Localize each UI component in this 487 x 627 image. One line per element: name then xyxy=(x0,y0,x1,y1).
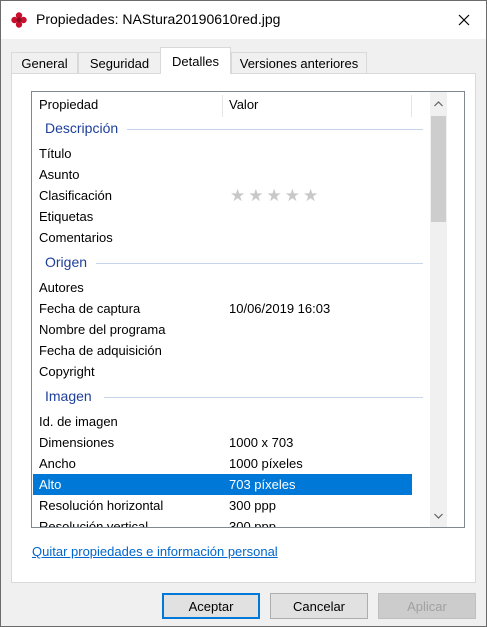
chevron-up-icon xyxy=(434,100,443,106)
properties-window: Propiedades: NAStura20190610red.jpg Gene… xyxy=(0,0,487,627)
accept-button[interactable]: Aceptar xyxy=(162,593,260,619)
list-header: Propiedad Valor xyxy=(32,92,446,117)
group-header-descripcion: Descripción xyxy=(45,120,119,136)
window-title: Propiedades: NAStura20190610red.jpg xyxy=(36,11,281,27)
row-label-alto[interactable]: Alto xyxy=(39,477,61,492)
properties-list[interactable]: Propiedad Valor Descripción Título Asunt… xyxy=(31,91,465,528)
remove-properties-link[interactable]: Quitar propiedades e información persona… xyxy=(32,544,278,559)
row-label-etiquetas[interactable]: Etiquetas xyxy=(39,209,93,224)
scrollbar-thumb[interactable] xyxy=(431,116,446,222)
row-label-dimensiones[interactable]: Dimensiones xyxy=(39,435,114,450)
row-value-alto[interactable]: 703 píxeles xyxy=(229,477,296,492)
star-icon[interactable]: ★ xyxy=(267,187,282,204)
row-value-res-horizontal[interactable]: 300 ppp xyxy=(229,498,276,513)
tab-detalles[interactable]: Detalles xyxy=(160,47,231,74)
tab-strip: General Seguridad Detalles Versiones ant… xyxy=(1,39,486,74)
row-label-clasificacion[interactable]: Clasificación xyxy=(39,188,112,203)
row-value-ancho[interactable]: 1000 píxeles xyxy=(229,456,303,471)
selected-row[interactable] xyxy=(33,474,412,495)
row-value-fecha-captura[interactable]: 10/06/2019 16:03 xyxy=(229,301,330,316)
star-icon[interactable]: ★ xyxy=(230,187,245,204)
close-button[interactable] xyxy=(442,1,486,39)
row-value-dimensiones[interactable]: 1000 x 703 xyxy=(229,435,293,450)
column-divider[interactable] xyxy=(222,95,223,117)
tab-versiones-anteriores[interactable]: Versiones anteriores xyxy=(231,52,367,73)
vertical-scrollbar[interactable] xyxy=(430,92,447,527)
scroll-up-button[interactable] xyxy=(430,95,447,112)
group-divider xyxy=(127,129,423,130)
row-label-res-horizontal[interactable]: Resolución horizontal xyxy=(39,498,163,513)
rating-stars[interactable]: ★ ★ ★ ★ ★ xyxy=(230,187,318,204)
details-panel: Propiedad Valor Descripción Título Asunt… xyxy=(11,73,476,583)
app-icon xyxy=(10,11,28,29)
chevron-down-icon xyxy=(434,513,443,519)
group-divider xyxy=(96,263,423,264)
tab-general[interactable]: General xyxy=(11,52,78,73)
tab-seguridad[interactable]: Seguridad xyxy=(78,52,161,73)
row-label-copyright[interactable]: Copyright xyxy=(39,364,95,379)
column-header-property[interactable]: Propiedad xyxy=(39,97,98,112)
row-label-id-imagen[interactable]: Id. de imagen xyxy=(39,414,118,429)
row-label-ancho[interactable]: Ancho xyxy=(39,456,76,471)
close-icon xyxy=(458,14,470,26)
row-value-res-vertical[interactable]: 300 ppp xyxy=(229,519,276,527)
row-label-comentarios[interactable]: Comentarios xyxy=(39,230,113,245)
star-icon[interactable]: ★ xyxy=(303,187,318,204)
row-label-res-vertical[interactable]: Resolución vertical xyxy=(39,519,148,527)
group-header-imagen: Imagen xyxy=(45,388,92,404)
scroll-down-button[interactable] xyxy=(430,507,447,524)
row-label-asunto[interactable]: Asunto xyxy=(39,167,79,182)
group-header-origen: Origen xyxy=(45,254,88,270)
row-label-autores[interactable]: Autores xyxy=(39,280,84,295)
title-bar[interactable]: Propiedades: NAStura20190610red.jpg xyxy=(1,1,486,39)
star-icon[interactable]: ★ xyxy=(285,187,300,204)
star-icon[interactable]: ★ xyxy=(248,187,263,204)
row-label-titulo[interactable]: Título xyxy=(39,146,72,161)
row-label-fecha-captura[interactable]: Fecha de captura xyxy=(39,301,140,316)
row-label-fecha-adquisicion[interactable]: Fecha de adquisición xyxy=(39,343,162,358)
column-divider[interactable] xyxy=(411,95,412,117)
column-header-value[interactable]: Valor xyxy=(229,97,258,112)
row-label-nombre-programa[interactable]: Nombre del programa xyxy=(39,322,165,337)
group-divider xyxy=(104,397,423,398)
apply-button[interactable]: Aplicar xyxy=(378,593,476,619)
cancel-button[interactable]: Cancelar xyxy=(270,593,368,619)
